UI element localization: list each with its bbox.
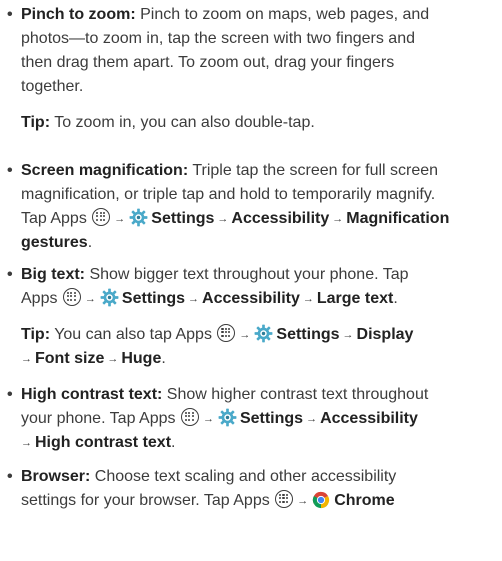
tip-font-size: Tip: You can also tap Apps → Settings → Dis… [21, 324, 413, 346]
arrow-icon: → [239, 329, 251, 341]
apps-icon [92, 208, 111, 226]
arrow-icon: → [107, 353, 119, 365]
arrow-icon: → [114, 213, 126, 225]
term-pinch-to-zoom: Pinch to zoom: [21, 6, 136, 23]
bullet: • [7, 162, 13, 179]
apps-icon [275, 490, 294, 508]
gear-icon [218, 408, 237, 427]
arrow-icon: → [21, 353, 32, 365]
apps-icon [180, 408, 199, 426]
arrow-icon: → [306, 413, 318, 425]
gear-icon [100, 288, 119, 307]
bullet: • [7, 386, 13, 403]
arrow-icon: → [302, 293, 314, 305]
bullet: • [7, 266, 13, 283]
arrow-icon: → [188, 293, 200, 305]
apps-icon [62, 288, 81, 306]
chrome-icon [313, 491, 330, 509]
arrow-icon: → [297, 495, 309, 507]
term-screen-magnification: Screen magnification: [21, 162, 189, 179]
term-high-contrast-text: High contrast text: [21, 386, 163, 403]
term-browser: Browser: [21, 468, 91, 485]
apps-icon [217, 324, 236, 342]
tip-double-tap: Tip: To zoom in, you can also double-tap… [21, 114, 315, 131]
arrow-icon: → [202, 413, 214, 425]
arrow-icon: → [21, 437, 32, 449]
bullet: • [7, 468, 13, 485]
arrow-icon: → [84, 293, 96, 305]
term-big-text: Big text: [21, 266, 85, 283]
gear-icon [254, 324, 273, 343]
bullet: • [7, 6, 13, 23]
arrow-icon: → [342, 329, 354, 341]
arrow-icon: → [332, 213, 344, 225]
arrow-icon: → [217, 213, 229, 225]
accessibility-document: • Pinch to zoom: Pinch to zoom on maps, … [0, 0, 502, 561]
gear-icon [129, 208, 148, 227]
